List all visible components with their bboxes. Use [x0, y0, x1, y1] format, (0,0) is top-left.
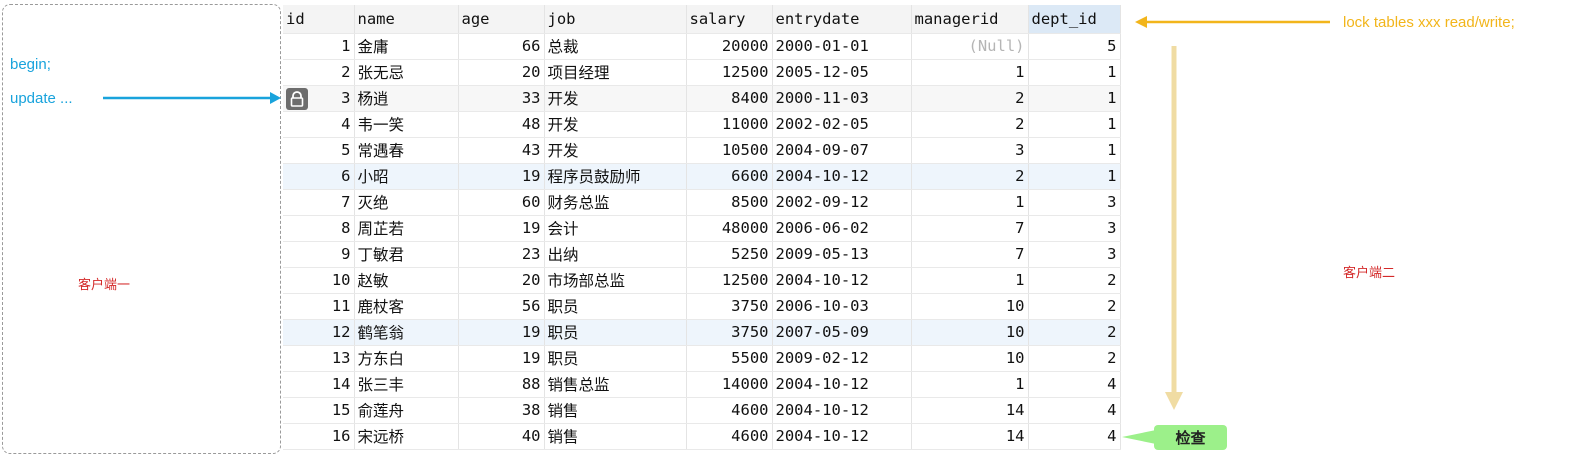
check-label: 检查	[1154, 425, 1227, 450]
client-one-arrow-head	[270, 92, 281, 104]
check-callout-pointer	[1122, 430, 1156, 444]
annotation-arrows	[103, 16, 1330, 444]
check-down-arrow-head	[1165, 392, 1183, 410]
client-two-arrow-head	[1135, 16, 1147, 28]
